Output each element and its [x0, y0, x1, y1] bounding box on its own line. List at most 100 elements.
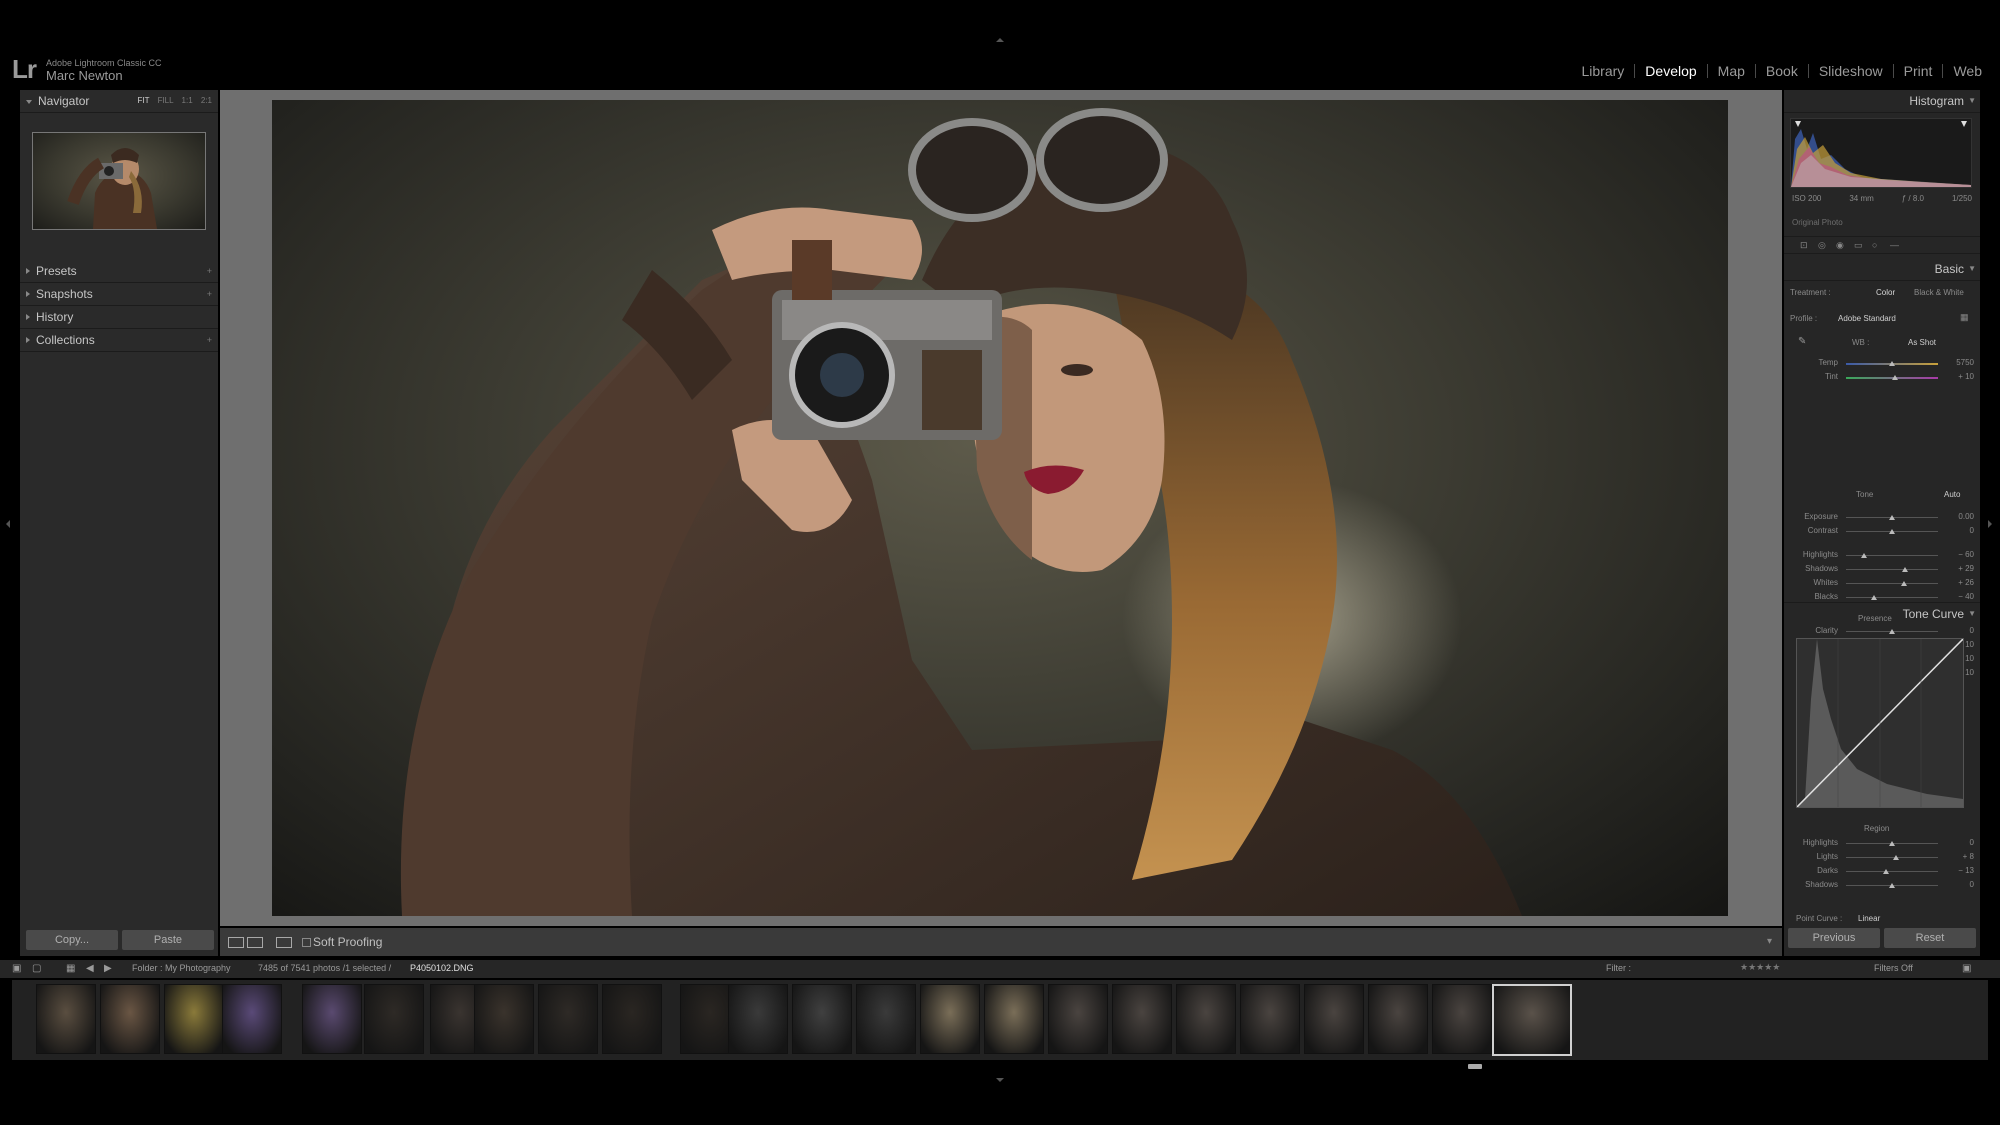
zoom-2-1[interactable]: 2:1 — [201, 96, 212, 105]
back-arrow-icon[interactable]: ◀ — [86, 963, 94, 974]
filmstrip-thumbnail[interactable] — [1112, 984, 1172, 1054]
profile-dropdown[interactable]: Adobe Standard — [1838, 314, 1896, 323]
compare-view-icon[interactable] — [276, 937, 292, 948]
treatment-bw[interactable]: Black & White — [1914, 288, 1964, 297]
filmstrip-scrollbar[interactable] — [1468, 1064, 1482, 1069]
exposure-value[interactable]: 0.00 — [1952, 512, 1974, 521]
region-lights-value[interactable]: + 8 — [1952, 852, 1974, 861]
filmstrip-thumbnail[interactable] — [164, 984, 224, 1054]
module-web[interactable]: Web — [1943, 63, 1992, 79]
whites-slider[interactable] — [1846, 583, 1938, 584]
region-highlights-slider-thumb[interactable] — [1889, 841, 1895, 846]
collections-header[interactable]: Collections + — [20, 329, 218, 352]
auto-tone-button[interactable]: Auto — [1944, 490, 1960, 499]
secondary-window-icon[interactable]: ▢ — [32, 963, 41, 974]
filmstrip-thumbnail[interactable] — [920, 984, 980, 1054]
add-collection-icon[interactable]: + — [207, 329, 212, 351]
presets-header[interactable]: Presets + — [20, 260, 218, 283]
treatment-color[interactable]: Color — [1876, 288, 1895, 297]
filmstrip-thumbnail[interactable] — [728, 984, 788, 1054]
bottom-panel-toggle[interactable] — [996, 1078, 1004, 1082]
basic-header[interactable]: Basic ▼ — [1784, 258, 1980, 281]
filmstrip-thumbnail[interactable] — [1432, 984, 1492, 1054]
add-preset-icon[interactable]: + — [207, 260, 212, 282]
filmstrip-thumbnail[interactable] — [302, 984, 362, 1054]
grid-view-icon[interactable]: ▦ — [66, 963, 75, 974]
wb-dropdown[interactable]: As Shot — [1908, 338, 1936, 347]
filmstrip-thumbnail[interactable] — [364, 984, 424, 1054]
shadows-slider-thumb[interactable] — [1902, 567, 1909, 572]
snapshots-header[interactable]: Snapshots + — [20, 283, 218, 306]
filmstrip-thumbnail[interactable] — [856, 984, 916, 1054]
graduated-filter-icon[interactable]: ▭ — [1854, 240, 1863, 251]
region-darks-slider[interactable] — [1846, 871, 1938, 872]
filmstrip-thumbnail[interactable] — [36, 984, 96, 1054]
filmstrip-thumbnail[interactable] — [1048, 984, 1108, 1054]
add-snapshot-icon[interactable]: + — [207, 283, 212, 305]
filters-off-dropdown[interactable]: Filters Off — [1874, 963, 1913, 973]
filmstrip-thumbnail[interactable] — [1368, 984, 1428, 1054]
original-photo-label[interactable]: Original Photo — [1792, 218, 1843, 227]
selected-filename[interactable]: P4050102.DNG — [410, 963, 474, 973]
module-print[interactable]: Print — [1894, 63, 1943, 79]
left-panel-toggle[interactable] — [6, 520, 10, 528]
red-eye-icon[interactable]: ◉ — [1836, 240, 1844, 251]
region-shadows-value[interactable]: 0 — [1952, 880, 1974, 889]
region-lights-slider-thumb[interactable] — [1892, 855, 1899, 860]
folder-source[interactable]: Folder : My Photography — [132, 963, 231, 973]
region-shadows-slider-thumb[interactable] — [1889, 883, 1895, 888]
main-photo[interactable] — [272, 100, 1728, 916]
tint-slider-thumb[interactable] — [1891, 375, 1898, 380]
filmstrip-thumbnail[interactable] — [222, 984, 282, 1054]
right-panel-toggle[interactable] — [1988, 520, 1992, 528]
clarity-value[interactable]: 0 — [1952, 626, 1974, 635]
histogram-graph[interactable] — [1790, 118, 1972, 188]
blacks-value[interactable]: − 40 — [1952, 592, 1974, 601]
exposure-slider-thumb[interactable] — [1889, 515, 1895, 520]
whites-slider-thumb[interactable] — [1900, 581, 1907, 586]
spot-removal-icon[interactable]: ◎ — [1818, 240, 1826, 251]
wb-eyedropper-icon[interactable]: ✎ — [1798, 336, 1806, 347]
filmstrip-thumbnail[interactable] — [792, 984, 852, 1054]
zoom-fit[interactable]: FIT — [137, 96, 149, 105]
temp-slider-thumb[interactable] — [1889, 361, 1895, 366]
whites-value[interactable]: + 26 — [1952, 578, 1974, 587]
adjustment-brush-icon[interactable]: — — [1890, 240, 1899, 250]
filmstrip-thumbnail[interactable] — [474, 984, 534, 1054]
shadows-slider[interactable] — [1846, 569, 1938, 570]
tone-curve-header[interactable]: Tone Curve ▼ — [1784, 602, 1980, 625]
module-map[interactable]: Map — [1708, 63, 1755, 79]
soft-proofing-checkbox[interactable] — [302, 938, 311, 947]
forward-arrow-icon[interactable]: ▶ — [104, 963, 112, 974]
region-darks-slider-thumb[interactable] — [1883, 869, 1890, 874]
histogram-header[interactable]: Histogram ▼ — [1784, 90, 1980, 113]
previous-button[interactable]: Previous — [1788, 928, 1880, 948]
highlights-value[interactable]: − 60 — [1952, 550, 1974, 559]
highlights-slider-thumb[interactable] — [1861, 553, 1868, 558]
radial-filter-icon[interactable]: ○ — [1872, 240, 1877, 250]
contrast-value[interactable]: 0 — [1952, 526, 1974, 535]
filmstrip-thumbnail[interactable] — [100, 984, 160, 1054]
paste-button[interactable]: Paste — [122, 930, 214, 950]
filmstrip-thumbnail[interactable] — [1492, 984, 1572, 1056]
filmstrip-thumbnail[interactable] — [538, 984, 598, 1054]
navigator-preview[interactable] — [32, 132, 206, 230]
module-library[interactable]: Library — [1572, 63, 1635, 79]
profile-browser-icon[interactable]: ▦ — [1960, 312, 1969, 323]
region-darks-value[interactable]: − 13 — [1952, 866, 1974, 875]
blacks-slider[interactable] — [1846, 597, 1938, 598]
star-filter[interactable]: ★★★★★ — [1740, 962, 1780, 973]
tone-curve-graph[interactable] — [1796, 638, 1964, 808]
region-highlights-value[interactable]: 0 — [1952, 838, 1974, 847]
crop-tool-icon[interactable]: ⊡ — [1800, 240, 1808, 251]
point-curve-dropdown[interactable]: Linear — [1858, 914, 1880, 923]
clarity-slider-thumb[interactable] — [1889, 629, 1895, 634]
blacks-slider-thumb[interactable] — [1870, 595, 1877, 600]
tint-value[interactable]: + 10 — [1952, 372, 1974, 381]
temp-value[interactable]: 5750 — [1952, 358, 1974, 367]
copy-button[interactable]: Copy... — [26, 930, 118, 950]
filmstrip-thumbnail[interactable] — [1304, 984, 1364, 1054]
top-panel-toggle[interactable] — [996, 38, 1004, 42]
filmstrip-thumbnail[interactable] — [1176, 984, 1236, 1054]
filter-lock-icon[interactable]: ▣ — [1962, 963, 1971, 974]
